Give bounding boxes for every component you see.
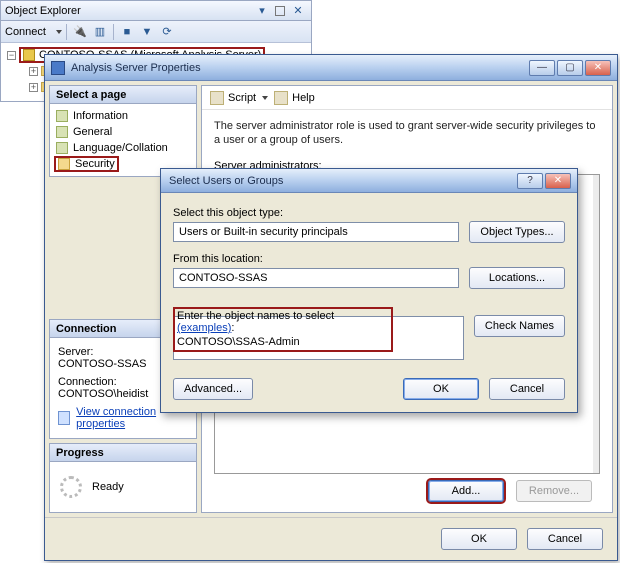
object-types-button[interactable]: Object Types... [469,221,565,243]
page-label: Language/Collation [73,142,168,154]
progress-panel: Progress Ready [49,443,197,513]
spinner-icon [60,476,82,498]
filter-icon[interactable]: ▼ [138,23,156,41]
page-icon [56,142,68,154]
connect-dropdown[interactable]: Connect [5,26,46,38]
object-type-value: Users or Built-in security principals [179,226,348,238]
script-icon [210,91,224,105]
page-list: Information General Language/Collation S… [50,104,196,176]
pin-icon[interactable] [271,2,289,20]
analysis-server-icon [23,49,35,61]
help-icon [274,91,288,105]
object-names-label: Enter the object names to select (exampl… [177,310,390,334]
expand-icon[interactable]: + [29,83,38,92]
object-explorer-title: Object Explorer [5,5,81,17]
dialog-title: Select Users or Groups [169,175,283,187]
select-page-header: Select a page [50,86,196,104]
advanced-button[interactable]: Advanced... [173,378,253,400]
page-item-security[interactable]: Security [54,156,119,172]
properties-title: Analysis Server Properties [71,62,201,74]
page-label: Security [75,158,115,170]
properties-button-bar: OK Cancel [45,517,617,560]
minimize-button[interactable]: — [529,60,555,76]
object-names-value: CONTOSO\SSAS-Admin [177,336,390,348]
examples-link[interactable]: (examples) [177,322,231,334]
page-item-general[interactable]: General [54,124,192,140]
stop-icon[interactable]: ■ [118,23,136,41]
check-names-button[interactable]: Check Names [474,315,565,337]
object-type-field: Users or Built-in security principals [173,222,459,242]
locations-button[interactable]: Locations... [469,267,565,289]
page-label: Information [73,110,128,122]
object-names-highlight: Enter the object names to select (exampl… [173,307,393,352]
properties-titlebar[interactable]: Analysis Server Properties — ▢ ✕ [45,55,617,81]
location-value: CONTOSO-SSAS [179,272,267,284]
help-label: Help [292,92,315,104]
location-field: CONTOSO-SSAS [173,268,459,288]
maximize-button[interactable]: ▢ [557,60,583,76]
dialog-cancel-button[interactable]: Cancel [489,378,565,400]
progress-status: Ready [92,481,124,493]
security-icon [58,158,70,170]
select-users-dialog: Select Users or Groups ? ✕ Select this o… [160,168,578,413]
page-label: General [73,126,112,138]
expand-icon[interactable]: + [29,67,38,76]
chevron-down-icon [262,96,268,100]
script-dropdown[interactable]: Script [210,91,268,105]
disconnect-icon[interactable]: ▥ [91,23,109,41]
page-icon [56,110,68,122]
add-button[interactable]: Add... [428,480,504,502]
page-item-information[interactable]: Information [54,108,192,124]
object-type-label: Select this object type: [173,207,565,219]
connect-icon[interactable]: 🔌 [71,23,89,41]
app-icon [51,61,65,75]
object-explorer-titlebar: Object Explorer ▾ ✕ [1,1,311,21]
refresh-icon[interactable]: ⟳ [158,23,176,41]
ok-button[interactable]: OK [441,528,517,550]
close-icon[interactable]: ✕ [289,2,307,20]
script-label: Script [228,92,256,104]
help-button[interactable]: Help [274,91,315,105]
object-explorer-toolbar: Connect 🔌 ▥ ■ ▼ ⟳ [1,21,311,43]
properties-icon [58,411,70,425]
progress-header: Progress [50,444,196,462]
location-label: From this location: [173,253,565,265]
page-item-language[interactable]: Language/Collation [54,140,192,156]
close-button[interactable]: ✕ [585,60,611,76]
dropdown-icon[interactable]: ▾ [253,2,271,20]
chevron-down-icon[interactable] [56,30,62,34]
remove-button: Remove... [516,480,592,502]
cancel-button[interactable]: Cancel [527,528,603,550]
dialog-titlebar[interactable]: Select Users or Groups ? ✕ [161,169,577,193]
dialog-ok-button[interactable]: OK [403,378,479,400]
description-text: The server administrator role is used to… [214,120,600,148]
dialog-help-button[interactable]: ? [517,173,543,189]
dialog-close-button[interactable]: ✕ [545,173,571,189]
collapse-icon[interactable]: − [7,51,16,60]
page-icon [56,126,68,138]
